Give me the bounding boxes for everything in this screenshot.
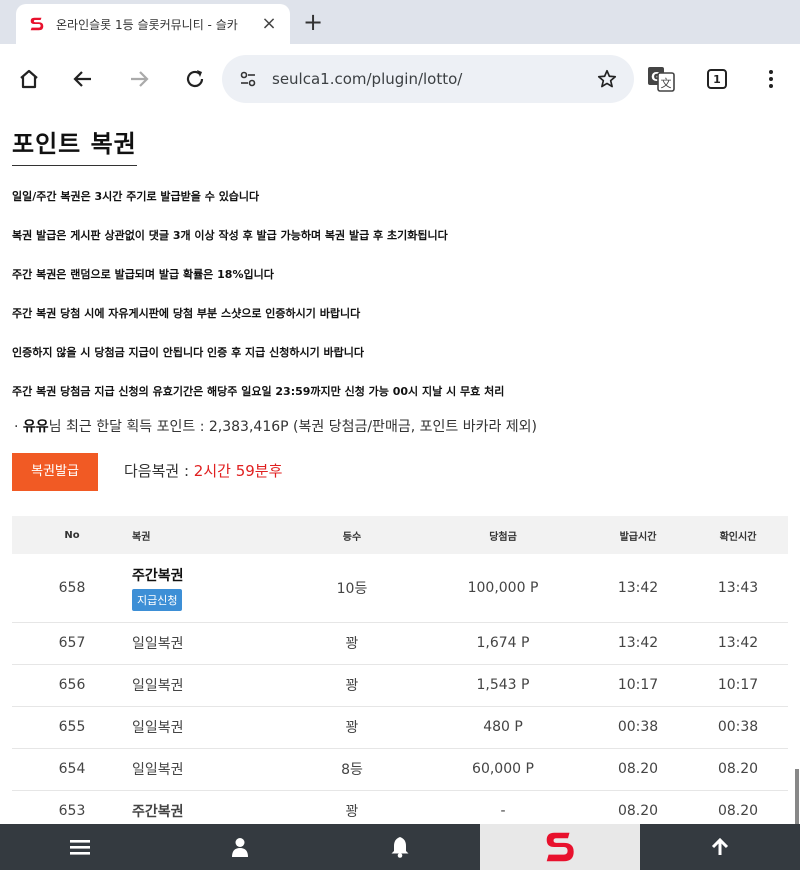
row-issued-time: 13:42 xyxy=(588,622,688,665)
row-issued-time: 10:17 xyxy=(588,664,688,707)
table-row: 657 일일복권 꽝 1,674 P 13:42 13:42 xyxy=(12,622,788,665)
table-header-row: No 복권 등수 당첨금 발급시간 확인시간 xyxy=(12,516,788,554)
row-prize: 100,000 P xyxy=(418,554,588,623)
site-settings-icon xyxy=(240,71,256,87)
translate-icon: G 文 xyxy=(648,67,675,92)
row-no: 658 xyxy=(12,554,132,623)
home-button[interactable] xyxy=(14,64,44,94)
row-lottery-name: 일일복권 xyxy=(132,706,286,749)
translate-button[interactable]: G 文 xyxy=(646,64,676,94)
tab-title: 온라인슬롯 1등 슬롯커뮤니티 - 슬카 xyxy=(56,17,238,32)
row-lottery-name: 주간복권 xyxy=(132,567,184,584)
browser-tab[interactable]: 온라인슬롯 1등 슬롯커뮤니티 - 슬카 × xyxy=(16,4,290,44)
lottery-history-table: No 복권 등수 당첨금 발급시간 확인시간 658 주간복권 지급신청 10등… xyxy=(12,516,788,833)
new-tab-button[interactable]: + xyxy=(298,8,328,38)
next-lottery-timer: 다음복권 : 2시간 59분후 xyxy=(124,460,282,481)
url-text[interactable]: seulca1.com/plugin/lotto/ xyxy=(272,70,594,88)
forward-button[interactable] xyxy=(124,64,154,94)
reload-button[interactable] xyxy=(180,64,210,94)
more-menu-button[interactable] xyxy=(756,64,786,94)
notice-line: 주간 복권 당첨 시에 자유게시판에 당첨 부분 스샷으로 인증하시기 바랍니다 xyxy=(12,307,361,320)
row-no: 656 xyxy=(12,664,132,707)
row-no: 657 xyxy=(12,622,132,665)
menu-button[interactable] xyxy=(0,824,160,870)
header-rank: 등수 xyxy=(286,516,418,554)
summary-username: 유유 xyxy=(22,419,49,435)
tab-switcher-button[interactable]: 1 xyxy=(702,64,732,94)
row-no: 655 xyxy=(12,706,132,749)
tab-close-button[interactable]: × xyxy=(258,13,280,35)
header-no: No xyxy=(12,516,132,554)
browser-toolbar: seulca1.com/plugin/lotto/ G 文 1 xyxy=(0,44,800,114)
svg-text:文: 文 xyxy=(661,76,672,90)
row-checked-time: 08.20 xyxy=(688,748,788,791)
more-vert-icon xyxy=(769,70,773,88)
next-lottery-countdown: 2시간 59분후 xyxy=(193,462,283,480)
home-icon xyxy=(20,69,38,89)
notice-line: 인증하지 않을 시 당첨금 지급이 안됩니다 인증 후 지급 신청하시기 바랍니… xyxy=(12,346,365,359)
header-issued-time: 발급시간 xyxy=(588,516,688,554)
row-lottery-name: 일일복권 xyxy=(132,748,286,791)
summary-text: 님 최근 한달 획득 포인트 : 2,383,416P (복권 당첨금/판매금,… xyxy=(48,419,538,435)
reload-icon xyxy=(186,70,204,88)
row-checked-time: 13:42 xyxy=(688,622,788,665)
header-lottery: 복권 xyxy=(132,516,286,554)
notice-line: 복권 발급은 게시판 상관없이 댓글 3개 이상 작성 후 발급 가능하며 복권… xyxy=(12,229,448,242)
row-prize: 1,674 P xyxy=(418,622,588,665)
table-row: 654 일일복권 8등 60,000 P 08.20 08.20 xyxy=(12,748,788,791)
back-arrow-icon xyxy=(73,71,91,87)
row-issued-time: 13:42 xyxy=(588,554,688,623)
browser-tab-strip: 온라인슬롯 1등 슬롯커뮤니티 - 슬카 × + xyxy=(0,0,800,44)
row-checked-time: 10:17 xyxy=(688,664,788,707)
scrollbar-thumb[interactable] xyxy=(795,769,799,829)
page-title: 포인트 복권 xyxy=(12,124,137,166)
back-button[interactable] xyxy=(68,64,98,94)
header-prize: 당첨금 xyxy=(418,516,588,554)
site-logo-icon xyxy=(30,17,44,31)
point-summary: · 유유님 최근 한달 획득 포인트 : 2,383,416P (복권 당첨금/… xyxy=(14,416,537,436)
table-row: 658 주간복권 지급신청 10등 100,000 P 13:42 13:43 xyxy=(12,554,788,623)
row-prize: 480 P xyxy=(418,706,588,749)
scroll-top-button[interactable] xyxy=(640,824,800,870)
star-icon xyxy=(597,69,617,88)
address-bar[interactable]: seulca1.com/plugin/lotto/ xyxy=(222,55,634,103)
row-no: 654 xyxy=(12,748,132,791)
row-issued-time: 08.20 xyxy=(588,748,688,791)
row-lottery-name: 일일복권 xyxy=(132,664,286,707)
notice-line: 주간 복권은 랜덤으로 발급되며 발급 확률은 18%입니다 xyxy=(12,268,274,281)
user-icon xyxy=(232,838,248,857)
issue-lottery-button[interactable]: 복권발급 xyxy=(12,453,98,491)
user-button[interactable] xyxy=(160,824,320,870)
row-rank: 10등 xyxy=(286,554,418,623)
summary-bullet: · xyxy=(14,419,19,435)
next-lottery-label: 다음복권 : xyxy=(124,462,194,480)
row-rank: 꽝 xyxy=(286,664,418,707)
table-row: 655 일일복권 꽝 480 P 00:38 00:38 xyxy=(12,706,788,749)
bookmark-button[interactable] xyxy=(594,66,620,92)
row-lottery-name: 일일복권 xyxy=(132,622,286,665)
site-logo-icon xyxy=(546,832,574,862)
page-content: 포인트 복권 일일/주간 복권은 3시간 주기로 발급받을 수 있습니다 복권 … xyxy=(0,114,800,833)
row-prize: 60,000 P xyxy=(418,748,588,791)
notice-line: 주간 복권 당첨금 지급 신청의 유효기간은 해당주 일요일 23:59까지만 … xyxy=(12,385,505,398)
row-rank: 8등 xyxy=(286,748,418,791)
row-checked-time: 00:38 xyxy=(688,706,788,749)
table-row: 656 일일복권 꽝 1,543 P 10:17 10:17 xyxy=(12,664,788,707)
row-rank: 꽝 xyxy=(286,622,418,665)
arrow-up-icon xyxy=(711,837,729,855)
notification-button[interactable] xyxy=(320,824,480,870)
row-prize: 1,543 P xyxy=(418,664,588,707)
notice-line: 일일/주간 복권은 3시간 주기로 발급받을 수 있습니다 xyxy=(12,190,260,203)
bottom-navigation xyxy=(0,824,800,870)
home-logo-button[interactable] xyxy=(480,824,640,870)
tab-count: 1 xyxy=(713,72,721,86)
menu-icon xyxy=(70,840,90,855)
row-checked-time: 13:43 xyxy=(688,554,788,623)
claim-payout-button[interactable]: 지급신청 xyxy=(132,588,183,611)
row-rank: 꽝 xyxy=(286,706,418,749)
header-checked-time: 확인시간 xyxy=(688,516,788,554)
bell-icon xyxy=(391,837,409,858)
forward-arrow-icon xyxy=(131,71,149,87)
row-issued-time: 00:38 xyxy=(588,706,688,749)
